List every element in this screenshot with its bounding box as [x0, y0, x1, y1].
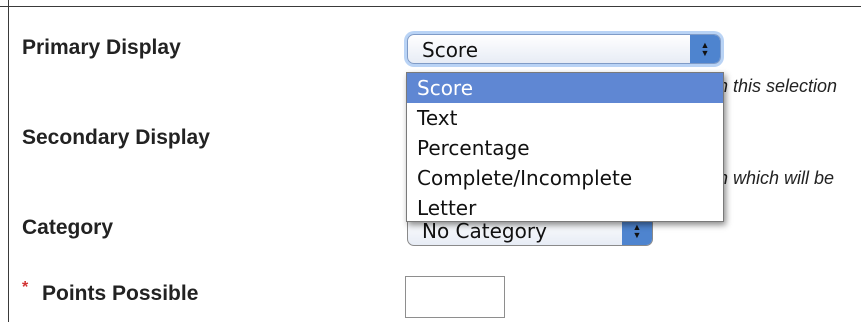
- primary-display-dropdown-menu: Score Text Percentage Complete/Incomplet…: [406, 72, 724, 222]
- primary-display-value: Score: [422, 38, 479, 62]
- frame-border-top: [0, 6, 861, 7]
- primary-display-select[interactable]: Score ▲ ▼: [407, 34, 721, 64]
- required-asterisk: *: [22, 279, 29, 296]
- category-label: Category: [22, 216, 114, 239]
- primary-display-label: Primary Display: [22, 36, 181, 59]
- dropdown-option-text[interactable]: Text: [407, 103, 723, 133]
- secondary-display-hint: n which will be: [718, 168, 835, 188]
- up-down-arrows-icon[interactable]: ▲ ▼: [690, 35, 720, 63]
- points-possible-input[interactable]: [405, 276, 505, 318]
- dropdown-option-letter[interactable]: Letter: [407, 193, 723, 223]
- primary-display-hint: n this selection: [718, 76, 838, 96]
- dropdown-option-percentage[interactable]: Percentage: [407, 133, 723, 163]
- dropdown-option-complete-incomplete[interactable]: Complete/Incomplete: [407, 163, 723, 193]
- points-possible-label: Points Possible: [42, 282, 199, 305]
- frame-border-left: [8, 0, 9, 322]
- secondary-display-label: Secondary Display: [22, 126, 210, 149]
- dropdown-option-score[interactable]: Score: [407, 73, 723, 103]
